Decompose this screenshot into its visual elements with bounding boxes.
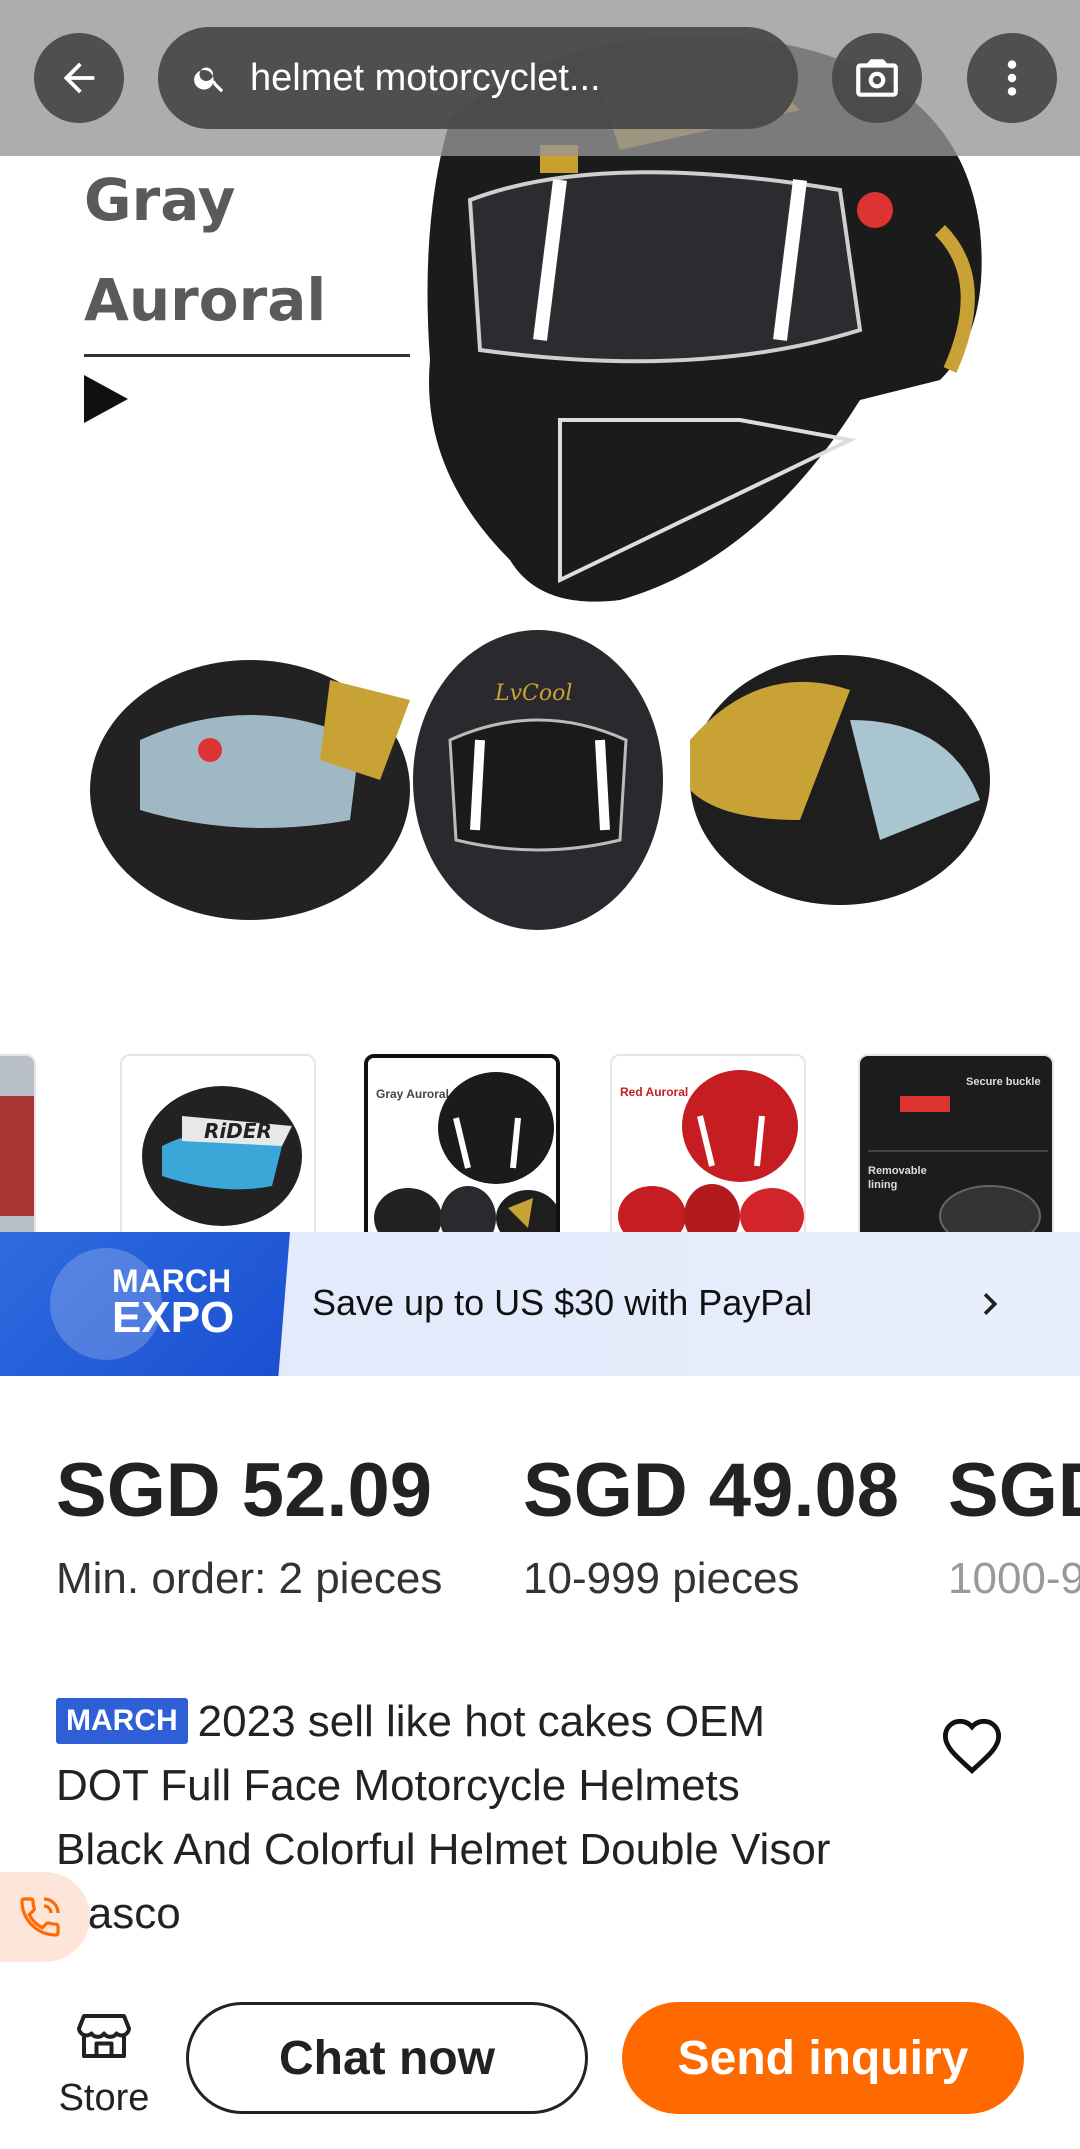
store-button[interactable]: Store: [48, 2006, 160, 2120]
store-icon: [77, 2014, 131, 2058]
price-tier: SGD 1000-9: [948, 1446, 1080, 1604]
march-expo-badge: MARCH EXPO: [0, 1232, 290, 1376]
thumbnail-2[interactable]: RiDER: [120, 1054, 316, 1232]
thumbnail-2-label: RiDER: [204, 1119, 272, 1143]
badge-line-2: EXPO: [112, 1293, 235, 1342]
chevron-right-icon: [983, 1293, 998, 1315]
store-label: Store: [58, 2077, 150, 2119]
camera-search-button[interactable]: [832, 33, 922, 123]
promo-text: Save up to US $30 with PayPal: [312, 1282, 813, 1323]
heart-icon[interactable]: [940, 1716, 1004, 1780]
search-bar[interactable]: helmet motorcyclet...: [158, 27, 798, 129]
top-bar: helmet motorcyclet...: [0, 0, 1080, 156]
thumbnail-5-label-1: Secure buckle: [966, 1076, 1041, 1088]
play-triangle-icon: [84, 375, 128, 423]
call-button[interactable]: [0, 1872, 90, 1962]
tier-price: SGD 52.09: [56, 1448, 432, 1533]
tier-price: SGD 49.08: [523, 1448, 899, 1533]
more-vertical-icon: [1007, 60, 1017, 96]
thumbnail-5[interactable]: Secure buckle Removable lining: [858, 1054, 1054, 1232]
search-icon: [194, 67, 224, 93]
camera-icon: [856, 59, 898, 97]
send-inquiry-button[interactable]: Send inquiry: [622, 2002, 1024, 2114]
promo-banner[interactable]: MARCH EXPO Save up to US $30 with PayPal: [0, 1232, 1080, 1376]
thumbnail-5-label-2: Removable lining: [868, 1165, 927, 1191]
price-tier: SGD 49.08 10-999 pieces: [523, 1446, 899, 1604]
logo-text: LvCool: [494, 681, 572, 706]
tier-quantity: 10-999 pieces: [523, 1554, 800, 1603]
tier-quantity: 1000-9: [948, 1554, 1080, 1603]
caption-divider: [84, 354, 410, 357]
thumbnail-4[interactable]: Red Auroral: [610, 1054, 806, 1232]
more-button[interactable]: [967, 33, 1057, 123]
thumbnail-2-image: RiDER: [122, 1056, 314, 1232]
thumbnail-strip: RiDER Gray Auroral Red Auroral Secure bu…: [0, 1054, 1080, 1232]
back-button[interactable]: [34, 33, 124, 123]
hero-caption-color: Gray: [84, 166, 236, 234]
price-tiers: SGD 52.09 Min. order: 2 pieces SGD 49.08…: [0, 1446, 1080, 1646]
search-query: helmet motorcyclet...: [250, 56, 601, 99]
thumbnail-4-label: Red Auroral: [620, 1085, 689, 1099]
hero-caption: Gray Auroral: [84, 150, 410, 423]
bottom-action-bar: Store Chat now Send inquiry: [0, 1980, 1080, 2149]
back-arrow-icon: [63, 62, 95, 94]
thumbnail-3[interactable]: Gray Auroral: [364, 1054, 560, 1232]
tier-quantity: Min. order: 2 pieces: [56, 1554, 443, 1603]
hero-caption-style: Auroral: [84, 266, 327, 334]
thumbnail-1-image: [0, 1056, 34, 1232]
price-tier: SGD 52.09 Min. order: 2 pieces: [56, 1446, 442, 1604]
thumbnail-1[interactable]: [0, 1054, 36, 1232]
phone-call-icon: [20, 1897, 60, 1937]
chat-now-button[interactable]: Chat now: [186, 2002, 588, 2114]
tier-price: SGD: [948, 1448, 1080, 1533]
thumbnail-3-label: Gray Auroral: [376, 1087, 449, 1101]
march-badge: MARCH: [56, 1698, 188, 1744]
product-title: MARCH 2023 sell like hot cakes OEM DOT Fu…: [56, 1690, 846, 1946]
